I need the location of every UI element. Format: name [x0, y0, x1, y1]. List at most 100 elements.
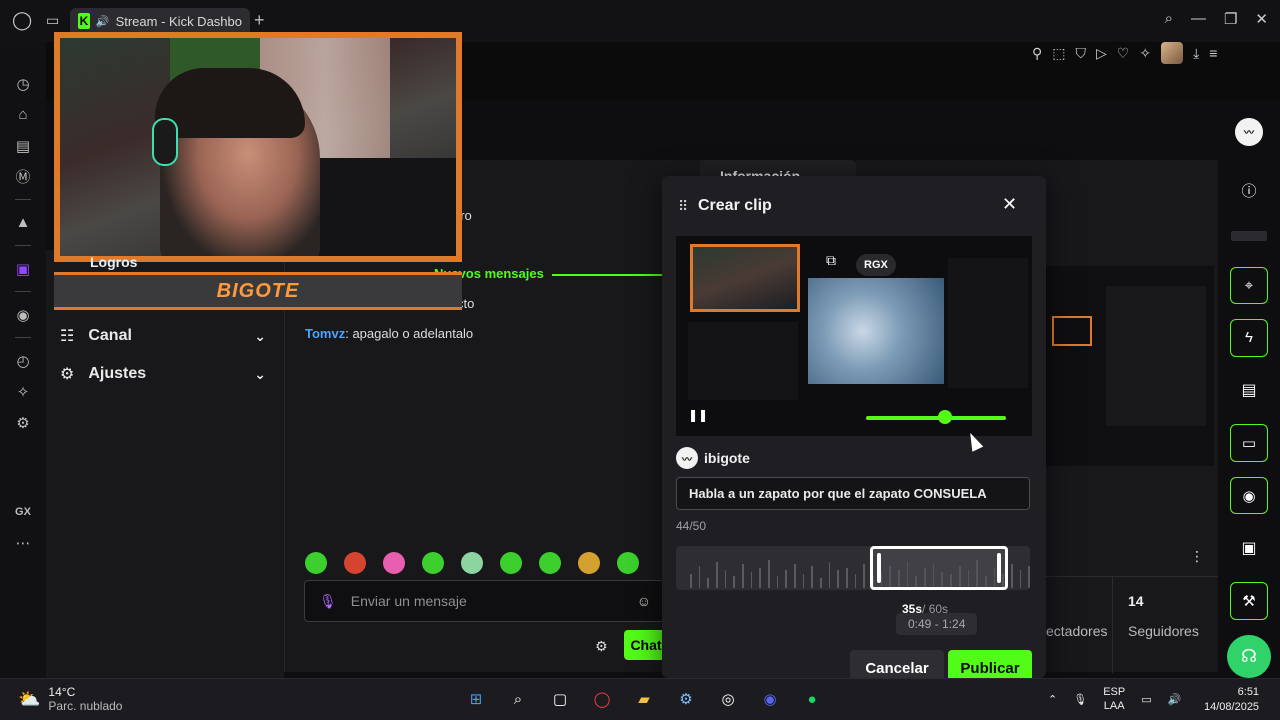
emote[interactable]: [617, 552, 639, 574]
clip-title-input[interactable]: Habla a un zapato por que el zapato CONS…: [676, 477, 1030, 510]
chat-settings-icon[interactable]: ⚙: [595, 638, 608, 655]
file-explorer-icon[interactable]: ▰: [630, 685, 658, 713]
layout-icon[interactable]: ▣: [1241, 529, 1256, 567]
tab-title: Stream - Kick Dashbo: [115, 13, 242, 29]
emote[interactable]: [461, 552, 483, 574]
display-icon[interactable]: ▭: [1141, 693, 1151, 706]
kebab-menu-icon[interactable]: ⋮: [1190, 548, 1204, 565]
chat-input[interactable]: 🎙 Enviar un mensaje ☺: [304, 580, 666, 622]
drag-handle-icon[interactable]: ⠿: [678, 198, 688, 215]
emote[interactable]: [422, 552, 444, 574]
emoji-icon[interactable]: ☺: [637, 593, 651, 609]
store-icon[interactable]: ⌂: [0, 99, 46, 130]
nav-item-ajustes[interactable]: ⚙ Ajustes ⌄: [60, 364, 266, 384]
more-icon[interactable]: ⋯: [0, 527, 46, 558]
info-icon[interactable]: ⓘ: [1241, 180, 1256, 201]
support-icon[interactable]: ☊: [1227, 634, 1271, 679]
opera-gx-icon[interactable]: ◯: [588, 685, 616, 713]
player-icon[interactable]: ◉: [0, 299, 46, 330]
preview-volume-bar[interactable]: [866, 416, 1006, 420]
cards-icon[interactable]: ▤: [0, 130, 46, 161]
scan-icon[interactable]: ⌖: [1230, 266, 1268, 305]
profile-avatar[interactable]: [1161, 42, 1184, 64]
document-icon[interactable]: ▤: [1241, 372, 1256, 410]
chevron-up-icon[interactable]: ⌃: [1048, 693, 1057, 706]
snapshot-icon[interactable]: ⬚: [1052, 45, 1065, 62]
pause-icon[interactable]: ❚❚: [688, 408, 708, 422]
chat-icon[interactable]: ▭: [1230, 424, 1268, 462]
mail-icon[interactable]: Ⓜ: [0, 161, 46, 192]
heart-icon[interactable]: ♡: [1117, 45, 1130, 62]
nav-item-canal[interactable]: ☷ Canal ⌄: [60, 326, 266, 346]
speaker-icon: 🔊: [95, 15, 110, 28]
timeline-end-handle[interactable]: [997, 553, 1001, 583]
settings-icon[interactable]: ⚙: [0, 407, 46, 438]
search-icon[interactable]: ⌕: [504, 685, 532, 713]
discord-icon[interactable]: ◉: [756, 685, 784, 713]
workspaces-icon[interactable]: ▭: [46, 12, 59, 29]
language-indicator[interactable]: ESP LAA: [1103, 685, 1125, 713]
sidebar-divider: [15, 291, 31, 292]
volume-icon[interactable]: 🔊: [1168, 693, 1182, 706]
publish-button[interactable]: Publicar: [948, 650, 1032, 678]
copy-icon[interactable]: ⧉: [826, 252, 836, 269]
steam-icon[interactable]: ⚙: [672, 685, 700, 713]
timeline-start-handle[interactable]: [877, 553, 881, 583]
close-icon[interactable]: ✕: [1002, 194, 1017, 215]
clip-preview[interactable]: ⧉ RGX ❚❚: [676, 236, 1032, 436]
extensions-icon[interactable]: ✧: [1139, 45, 1151, 62]
opera-logo-icon[interactable]: ◯: [12, 10, 32, 31]
minimize-icon[interactable]: —: [1191, 10, 1206, 28]
bolt-icon[interactable]: ϟ: [1230, 319, 1268, 357]
create-clip-modal: ⠿ Crear clip ✕ ⧉ RGX ❚❚ 〰 ibigote Habla …: [662, 176, 1046, 678]
menu-icon[interactable]: ≡: [1209, 45, 1217, 61]
cam-monitor: [310, 158, 456, 256]
windows-start-icon[interactable]: ⊞: [462, 685, 490, 713]
waveform-bar: [768, 560, 770, 588]
aria-icon[interactable]: ▲: [0, 207, 46, 238]
task-view-icon[interactable]: ▢: [546, 685, 574, 713]
play-icon[interactable]: ▷: [1096, 45, 1107, 62]
chat-input-placeholder: Enviar un mensaje: [350, 593, 467, 609]
twitch-icon[interactable]: ▣: [0, 253, 46, 284]
chat-username[interactable]: Tomvz: [305, 326, 345, 341]
emote[interactable]: [383, 552, 405, 574]
browser-tab-kick[interactable]: K 🔊 Stream - Kick Dashbo: [70, 8, 250, 34]
new-tab-button[interactable]: +: [254, 10, 265, 31]
microphone-icon[interactable]: 🎙: [1073, 693, 1087, 706]
search-icon[interactable]: ⌕: [1165, 10, 1173, 28]
close-icon[interactable]: ✕: [1255, 10, 1268, 28]
history-icon[interactable]: ◴: [0, 345, 46, 376]
broadcast-icon[interactable]: ◉: [1230, 476, 1268, 515]
extensions-sidebar-icon[interactable]: ✧: [0, 376, 46, 407]
emote[interactable]: [500, 552, 522, 574]
obs-icon[interactable]: ◎: [714, 685, 742, 713]
speed-dial-icon[interactable]: ◷: [0, 68, 46, 99]
pin-icon[interactable]: ⚲: [1032, 45, 1042, 62]
emote[interactable]: [305, 552, 327, 574]
wrench-icon[interactable]: ⚒: [1230, 581, 1268, 620]
clip-timeline[interactable]: [676, 546, 1030, 590]
spotify-icon[interactable]: ●: [798, 685, 826, 713]
restore-icon[interactable]: ❐: [1224, 10, 1237, 28]
weather-text: Parc. nublado: [48, 699, 123, 713]
timeline-selection[interactable]: [870, 546, 1008, 590]
cloud-sun-icon: ⛅: [18, 688, 41, 709]
microphone-icon[interactable]: 🎙: [319, 593, 337, 610]
download-icon[interactable]: ⤓: [1193, 45, 1199, 62]
waveform-bar: [785, 570, 788, 588]
preview-game: [808, 278, 944, 384]
gear-icon: ⚙: [60, 366, 75, 383]
mustache-avatar[interactable]: 〰: [1235, 118, 1263, 146]
emote[interactable]: [578, 552, 600, 574]
taskbar-clock[interactable]: 6:51 14/08/2025: [1204, 685, 1259, 715]
preview-volume-knob[interactable]: [938, 410, 952, 424]
cancel-button[interactable]: Cancelar: [850, 650, 944, 678]
waveform-bar: [742, 564, 744, 588]
emote[interactable]: [344, 552, 366, 574]
emote[interactable]: [539, 552, 561, 574]
weather-widget[interactable]: ⛅ 14°C Parc. nublado: [18, 685, 122, 713]
nav-item-logros[interactable]: Logros: [90, 254, 137, 270]
gx-label[interactable]: GX: [0, 496, 46, 527]
shield-icon[interactable]: ⛉: [1076, 45, 1087, 62]
